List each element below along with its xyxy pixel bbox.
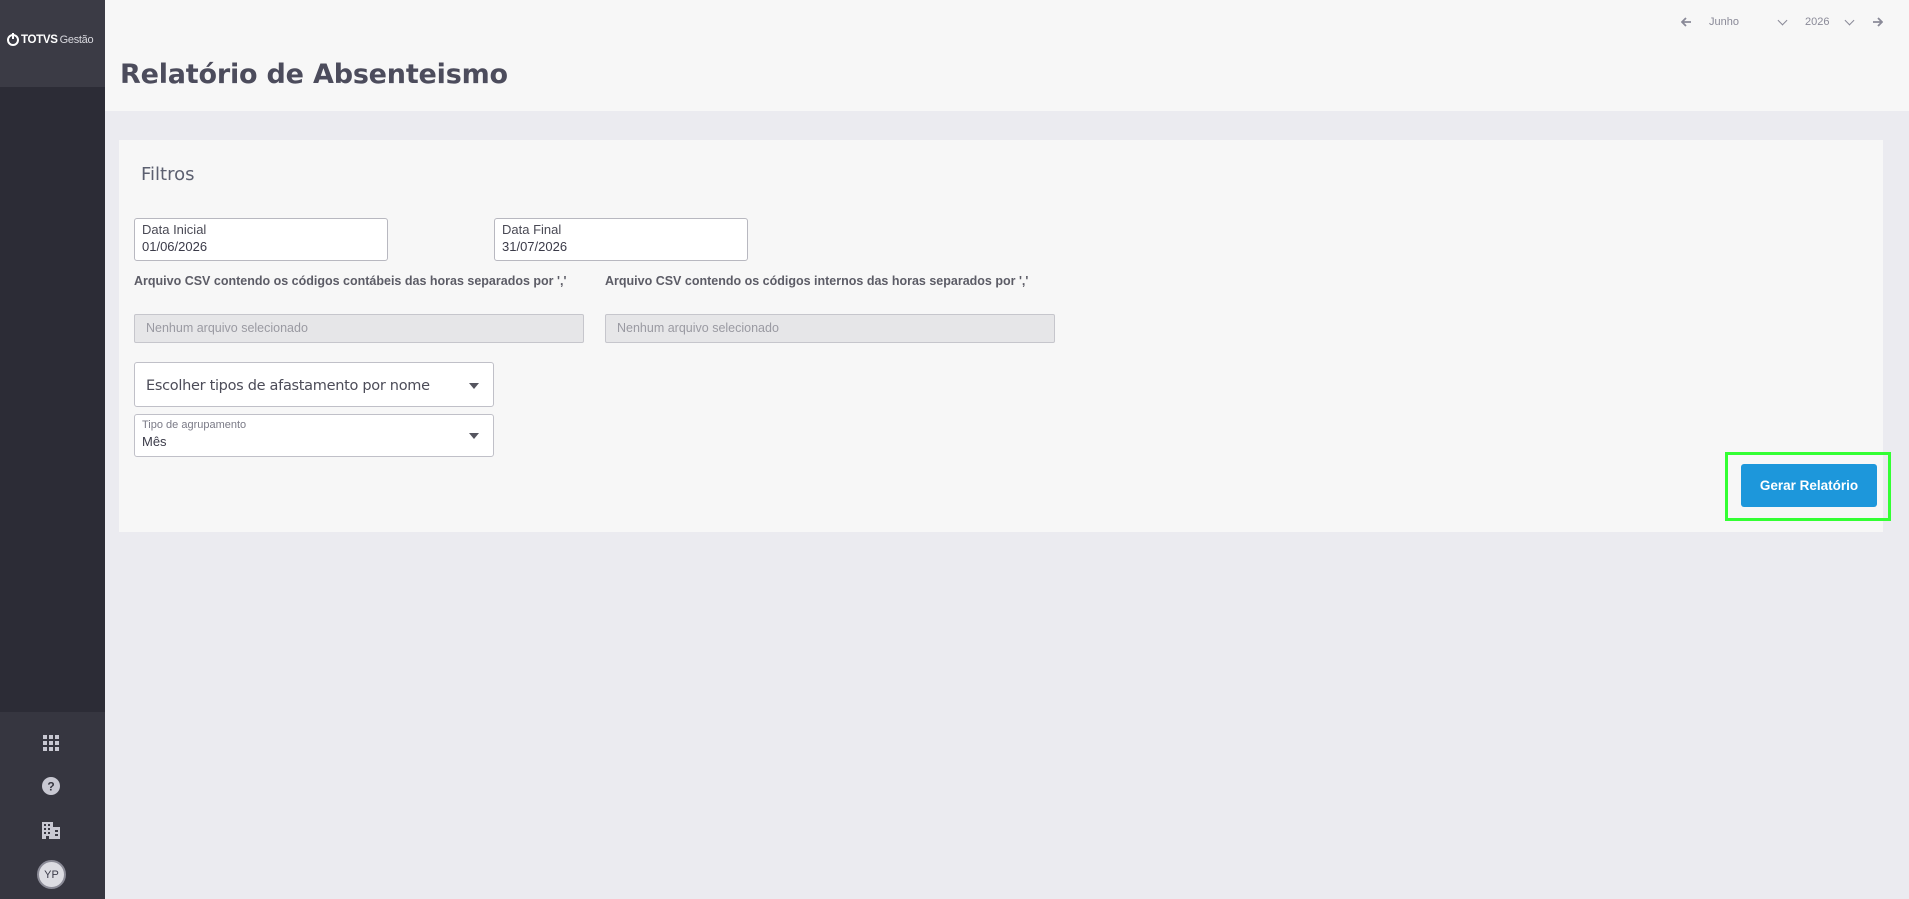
sidebar: TOTVS Gestão ? YP [0,0,105,899]
user-avatar[interactable]: YP [37,860,66,889]
chevron-down-icon [1844,15,1855,25]
logo-product: Gestão [59,34,94,46]
help-icon[interactable]: ? [38,773,64,799]
start-date-value: 01/06/2026 [142,239,208,254]
month-value: Junho [1709,16,1739,28]
filters-card: Filtros Data Inicial 01/06/2026 Data Fin… [119,140,1891,532]
month-select[interactable]: Junho [1709,15,1788,28]
caret-down-icon [469,433,479,439]
apps-grid-icon[interactable] [38,730,64,756]
page-title: Relatório de Absenteismo [120,59,508,90]
page-header: Relatório de Absenteismo Junho 2026 [105,0,1909,111]
prev-period-arrow-icon[interactable] [1681,17,1692,27]
end-date-label: Data Final [502,222,562,237]
filters-title: Filtros [141,164,195,185]
csv-internal-file-input[interactable]: Nenhum arquivo selecionado [605,314,1055,343]
logo-area: TOTVS Gestão [0,0,105,87]
leave-types-placeholder: Escolher tipos de afastamento por nome [146,378,430,394]
totvs-logo-icon [7,33,19,46]
start-date-field[interactable]: Data Inicial 01/06/2026 [134,218,388,261]
csv-accounting-file-input[interactable]: Nenhum arquivo selecionado [134,314,584,343]
leave-types-select[interactable]: Escolher tipos de afastamento por nome [134,362,494,407]
grouping-type-value: Mês [142,434,167,449]
logo-brand: TOTVS [21,34,58,46]
generate-report-button[interactable]: Gerar Relatório [1741,464,1877,507]
year-value: 2026 [1805,16,1830,28]
next-period-arrow-icon[interactable] [1872,17,1883,27]
chevron-down-icon [1777,15,1788,25]
end-date-value: 31/07/2026 [502,239,568,254]
csv-internal-label: Arquivo CSV contendo os códigos internos… [605,274,1029,288]
company-building-icon[interactable] [38,817,64,843]
grouping-type-label: Tipo de agrupamento [142,419,247,431]
period-selector: Junho 2026 [1681,13,1909,31]
year-select[interactable]: 2026 [1805,15,1855,28]
svg-text:?: ? [47,780,54,794]
app-logo[interactable]: TOTVS Gestão [7,33,94,46]
start-date-label: Data Inicial [142,222,207,237]
grouping-type-select[interactable]: Tipo de agrupamento Mês [134,414,494,457]
end-date-field[interactable]: Data Final 31/07/2026 [494,218,748,261]
csv-accounting-label: Arquivo CSV contendo os códigos contábei… [134,274,567,288]
caret-down-icon [469,383,479,389]
